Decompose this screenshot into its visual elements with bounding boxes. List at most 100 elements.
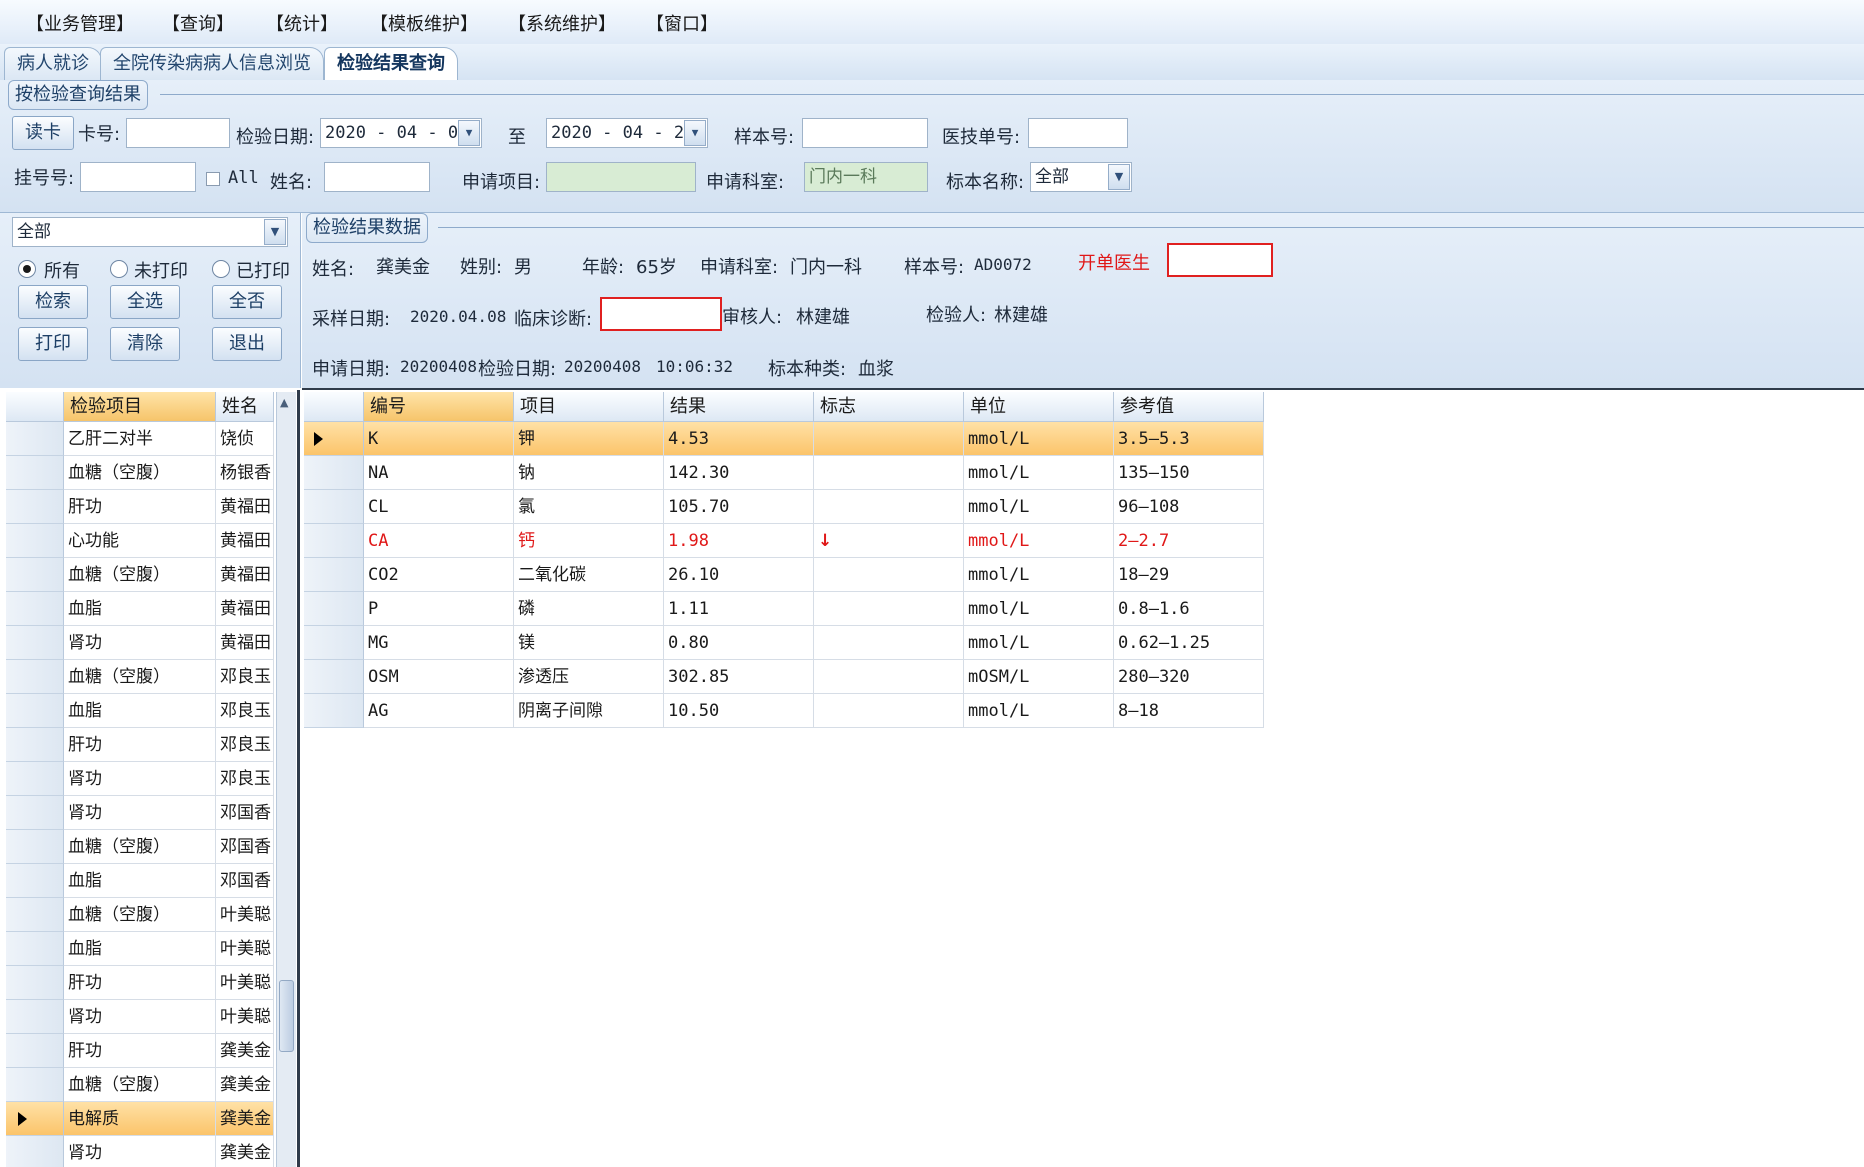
chevron-down-icon[interactable]: ▼ <box>684 120 706 146</box>
test-list-row[interactable]: 血糖（空腹） 邓国香 <box>6 830 274 864</box>
result-row[interactable]: CO2 二氧化碳 26.10 mmol/L 18—29 <box>304 558 1264 592</box>
row-header[interactable] <box>6 626 64 660</box>
result-row[interactable]: AG 阴离子间隙 10.50 mmol/L 8—18 <box>304 694 1264 728</box>
col-item[interactable]: 项目 <box>514 392 664 422</box>
row-header[interactable] <box>304 694 364 728</box>
row-header[interactable] <box>304 558 364 592</box>
result-row[interactable]: K 钾 4.53 mmol/L 3.5—5.3 <box>304 422 1264 456</box>
test-list-row[interactable]: 血糖（空腹） 龚美金 <box>6 1068 274 1102</box>
scrollbar-thumb[interactable] <box>279 980 294 1052</box>
clear-button[interactable]: 清除 <box>110 327 180 361</box>
menu-template[interactable]: 【模板维护】 <box>370 10 478 36</box>
row-header[interactable] <box>6 490 64 524</box>
tab-patient-visit[interactable]: 病人就诊 <box>4 47 102 80</box>
radio-unprinted[interactable] <box>110 260 128 278</box>
row-header[interactable] <box>6 660 64 694</box>
filter-select[interactable]: 全部 ▼ <box>12 217 288 247</box>
all-checkbox[interactable] <box>206 172 220 186</box>
radio-all[interactable] <box>18 260 36 278</box>
result-row[interactable]: OSM 渗透压 302.85 mOSM/L 280—320 <box>304 660 1264 694</box>
row-header[interactable] <box>304 456 364 490</box>
card-no-input[interactable] <box>126 118 230 148</box>
item-input[interactable] <box>546 162 696 192</box>
date-to-picker[interactable]: 2020 - 04 - 22 ▼ <box>546 118 708 148</box>
result-row[interactable]: P 磷 1.11 mmol/L 0.8—1.6 <box>304 592 1264 626</box>
test-list-row[interactable]: 血脂 邓良玉 <box>6 694 274 728</box>
col-code[interactable]: 编号 <box>364 392 514 422</box>
menu-system[interactable]: 【系统维护】 <box>508 10 616 36</box>
col-patient-name[interactable]: 姓名 <box>216 392 274 422</box>
radio-printed[interactable] <box>212 260 230 278</box>
row-header[interactable] <box>6 762 64 796</box>
test-list-row[interactable]: 电解质 龚美金 <box>6 1102 274 1136</box>
test-list-row[interactable]: 心功能 黄福田 <box>6 524 274 558</box>
sample-no-input[interactable] <box>802 118 928 148</box>
col-test-item[interactable]: 检验项目 <box>64 392 216 422</box>
row-header[interactable] <box>304 626 364 660</box>
reg-no-input[interactable] <box>80 162 196 192</box>
test-list-row[interactable]: 血脂 黄福田 <box>6 592 274 626</box>
diagnosis-field[interactable] <box>600 297 722 331</box>
row-header[interactable] <box>6 1034 64 1068</box>
date-from-picker[interactable]: 2020 - 04 - 01 ▼ <box>320 118 482 148</box>
test-list-row[interactable]: 肝功 黄福田 <box>6 490 274 524</box>
test-list-row[interactable]: 肝功 邓良玉 <box>6 728 274 762</box>
row-header[interactable] <box>6 694 64 728</box>
row-header[interactable] <box>6 932 64 966</box>
result-row[interactable]: MG 镁 0.80 mmol/L 0.62—1.25 <box>304 626 1264 660</box>
read-card-button[interactable]: 读卡 <box>12 116 74 150</box>
row-header[interactable] <box>6 1068 64 1102</box>
col-flag[interactable]: 标志 <box>814 392 964 422</box>
select-all-button[interactable]: 全选 <box>110 285 180 319</box>
row-header[interactable] <box>6 592 64 626</box>
row-header[interactable] <box>6 796 64 830</box>
tab-lab-result-query[interactable]: 检验结果查询 <box>324 47 458 82</box>
row-header[interactable] <box>304 524 364 558</box>
select-none-button[interactable]: 全否 <box>212 285 282 319</box>
row-header[interactable] <box>6 456 64 490</box>
search-button[interactable]: 检索 <box>18 285 88 319</box>
menu-statistics[interactable]: 【统计】 <box>266 10 338 36</box>
menu-business[interactable]: 【业务管理】 <box>26 10 134 36</box>
col-result[interactable]: 结果 <box>664 392 814 422</box>
row-header[interactable] <box>304 490 364 524</box>
col-reference[interactable]: 参考值 <box>1114 392 1264 422</box>
chevron-down-icon[interactable]: ▼ <box>1108 164 1130 190</box>
row-header[interactable] <box>6 966 64 1000</box>
test-list-row[interactable]: 肝功 龚美金 <box>6 1034 274 1068</box>
test-list-row[interactable]: 肾功 叶美聪 <box>6 1000 274 1034</box>
test-list-row[interactable]: 血糖（空腹） 邓良玉 <box>6 660 274 694</box>
order-no-input[interactable] <box>1028 118 1128 148</box>
row-header[interactable] <box>6 1000 64 1034</box>
row-header[interactable] <box>6 1136 64 1167</box>
exit-button[interactable]: 退出 <box>212 327 282 361</box>
row-header[interactable] <box>6 558 64 592</box>
test-list-row[interactable]: 血脂 邓国香 <box>6 864 274 898</box>
test-list-row[interactable]: 血糖（空腹） 杨银香 <box>6 456 274 490</box>
row-header[interactable] <box>304 592 364 626</box>
test-list-row[interactable]: 肾功 黄福田 <box>6 626 274 660</box>
menu-window[interactable]: 【窗口】 <box>646 10 718 36</box>
specimen-select[interactable]: 全部 ▼ <box>1030 162 1132 192</box>
row-header[interactable] <box>6 830 64 864</box>
tab-infectious-browse[interactable]: 全院传染病病人信息浏览 <box>100 47 324 80</box>
test-list-row[interactable]: 肾功 邓国香 <box>6 796 274 830</box>
test-list-row[interactable]: 肝功 叶美聪 <box>6 966 274 1000</box>
test-list-row[interactable]: 乙肝二对半 饶侦 <box>6 422 274 456</box>
row-header[interactable] <box>6 728 64 762</box>
name-input[interactable] <box>324 162 430 192</box>
chevron-down-icon[interactable]: ▼ <box>264 219 286 245</box>
row-header[interactable] <box>6 898 64 932</box>
row-header[interactable] <box>304 660 364 694</box>
test-list-row[interactable]: 血糖（空腹） 黄福田 <box>6 558 274 592</box>
result-row[interactable]: CL 氯 105.70 mmol/L 96—108 <box>304 490 1264 524</box>
menu-query[interactable]: 【查询】 <box>162 10 234 36</box>
row-header[interactable] <box>6 864 64 898</box>
row-header[interactable] <box>6 422 64 456</box>
vertical-scrollbar[interactable]: ▲ <box>276 392 296 1167</box>
chevron-down-icon[interactable]: ▼ <box>458 120 480 146</box>
col-unit[interactable]: 单位 <box>964 392 1114 422</box>
test-list-row[interactable]: 肾功 龚美金 <box>6 1136 274 1167</box>
doctor-field[interactable] <box>1167 243 1273 277</box>
row-header[interactable] <box>6 524 64 558</box>
